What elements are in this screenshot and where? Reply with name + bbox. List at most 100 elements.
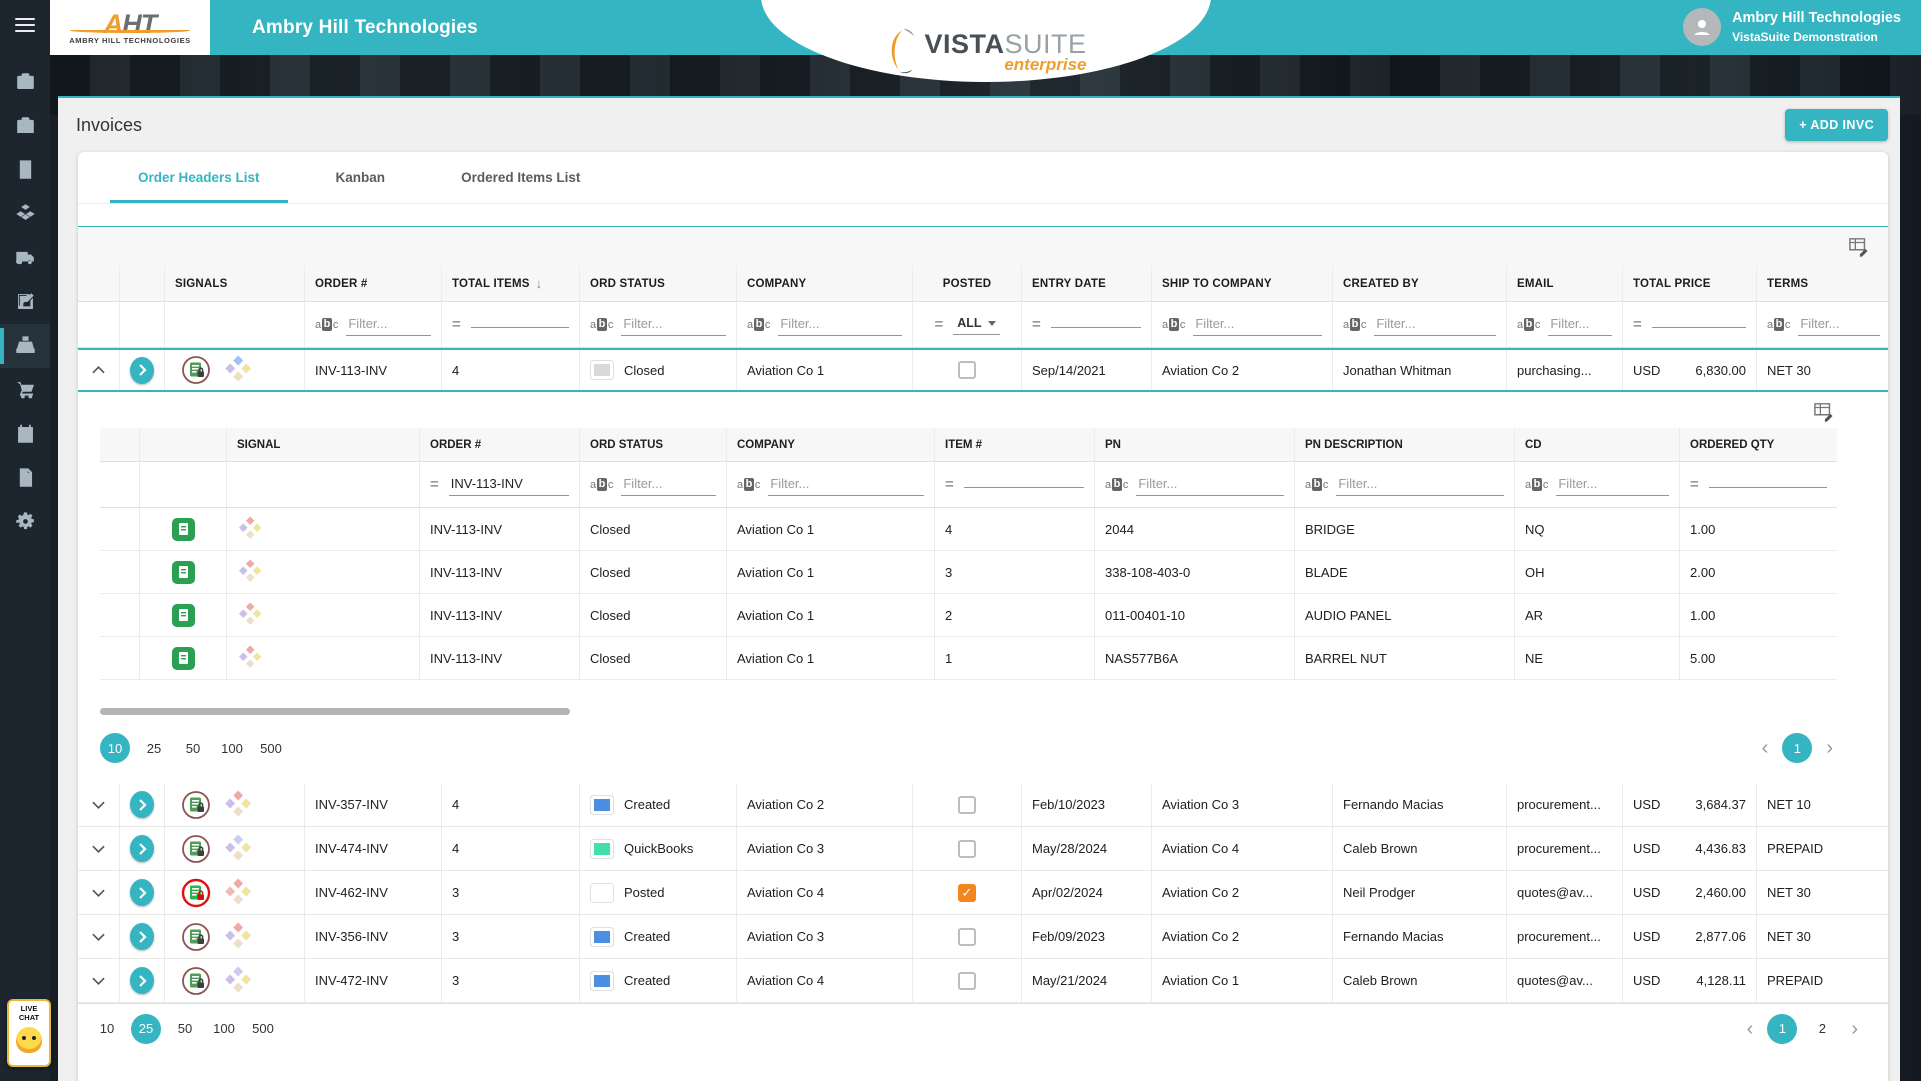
detail-column-chooser-edit-icon[interactable] xyxy=(1813,402,1835,422)
invoice-row[interactable]: INV-357-INV 4 Created Aviation Co 2 Feb/… xyxy=(78,783,1888,827)
expand-row-icon[interactable] xyxy=(92,977,105,985)
tag-diamonds-icon[interactable] xyxy=(237,516,263,542)
detail-cd-filter-input[interactable]: Filter... xyxy=(1556,474,1669,496)
sidebar-item-settings[interactable] xyxy=(0,500,50,544)
col-email[interactable]: EMAIL xyxy=(1507,266,1623,301)
invoice-signal-icon[interactable] xyxy=(181,834,211,864)
sidebar-item-orders[interactable] xyxy=(0,280,50,324)
avatar[interactable] xyxy=(1683,8,1722,46)
tag-diamonds-icon[interactable] xyxy=(237,602,263,628)
dcol-status[interactable]: ORD STATUS xyxy=(580,428,727,461)
live-chat-widget[interactable]: LIVE CHAT xyxy=(7,999,51,1067)
col-total-items[interactable]: TOTAL ITEMS ↓ xyxy=(442,266,580,301)
sidebar-item-invoices[interactable] xyxy=(0,323,50,368)
dcol-order[interactable]: ORDER # xyxy=(420,428,580,461)
invoice-signal-icon[interactable] xyxy=(181,966,211,996)
page-size-option-selected[interactable]: 25 xyxy=(131,1013,161,1044)
company-filter-input[interactable]: Filter... xyxy=(778,314,902,336)
detail-item-row[interactable]: INV-113-INV Closed Aviation Co 1 4 2044 … xyxy=(100,508,1837,551)
posted-checkbox[interactable] xyxy=(958,361,976,379)
posted-filter-select[interactable]: ALL xyxy=(953,314,1000,335)
next-page-icon[interactable]: › xyxy=(1847,1019,1862,1039)
dcol-pn[interactable]: PN xyxy=(1095,428,1295,461)
page-size-option[interactable]: 500 xyxy=(248,1014,278,1044)
expand-row-icon[interactable] xyxy=(92,801,105,809)
page-number[interactable]: 2 xyxy=(1807,1014,1837,1044)
posted-checkbox[interactable] xyxy=(958,927,976,946)
tag-diamonds-icon[interactable] xyxy=(223,833,253,864)
sidebar-item-reports[interactable] xyxy=(0,456,50,500)
status-filter-input[interactable]: Filter... xyxy=(621,314,726,336)
page-size-option[interactable]: 50 xyxy=(170,1014,200,1044)
tab-order-headers-list[interactable]: Order Headers List xyxy=(100,152,298,203)
detail-horizontal-scrollbar[interactable] xyxy=(100,708,570,715)
tag-diamonds-icon[interactable] xyxy=(223,789,253,820)
page-size-option[interactable]: 10 xyxy=(92,1014,122,1044)
dcol-pn-description[interactable]: PN DESCRIPTION xyxy=(1295,428,1515,461)
open-invoice-button[interactable] xyxy=(130,967,154,994)
detail-item-row[interactable]: INV-113-INV Closed Aviation Co 1 3 338-1… xyxy=(100,551,1837,594)
sidebar-item-shipping[interactable] xyxy=(0,236,50,280)
invoice-alert-signal-icon[interactable] xyxy=(181,878,211,908)
item-document-button[interactable] xyxy=(171,517,196,542)
detail-item-row[interactable]: INV-113-INV Closed Aviation Co 1 1 NAS57… xyxy=(100,637,1837,680)
open-invoice-button[interactable] xyxy=(130,835,154,862)
col-ship-to[interactable]: SHIP TO COMPANY xyxy=(1152,266,1333,301)
invoice-row[interactable]: INV-113-INV 4 Closed Aviation Co 1 Sep/1… xyxy=(78,348,1888,392)
company-logo[interactable]: AHT AMBRY HILL TECHNOLOGIES xyxy=(50,0,210,55)
page-size-option[interactable]: 10 xyxy=(100,733,130,763)
page-size-option[interactable]: 500 xyxy=(256,733,286,763)
add-invoice-button[interactable]: + ADD INVC xyxy=(1785,109,1888,141)
invoice-signal-icon[interactable] xyxy=(181,922,211,952)
col-entry-date[interactable]: ENTRY DATE xyxy=(1022,266,1152,301)
sidebar-item-purchasing[interactable] xyxy=(0,368,50,412)
page-number-current[interactable]: 1 xyxy=(1767,1013,1798,1044)
invoice-row[interactable]: INV-462-INV 3 Posted Aviation Co 4 Apr/0… xyxy=(78,871,1888,915)
dcol-ordered-qty[interactable]: ORDERED QTY xyxy=(1680,428,1837,461)
terms-filter-input[interactable]: Filter... xyxy=(1798,314,1880,336)
created-by-filter-input[interactable]: Filter... xyxy=(1374,314,1496,336)
sidebar-item-briefcase[interactable] xyxy=(0,60,50,104)
ship-to-filter-input[interactable]: Filter... xyxy=(1193,314,1322,336)
detail-status-filter-input[interactable]: Filter... xyxy=(621,474,716,496)
sidebar-item-inventory[interactable] xyxy=(0,192,50,236)
col-created-by[interactable]: CREATED BY xyxy=(1333,266,1507,301)
invoice-row[interactable]: INV-472-INV 3 Created Aviation Co 4 May/… xyxy=(78,959,1888,1003)
col-signals[interactable]: SIGNALS xyxy=(165,266,305,301)
page-number[interactable]: 1 xyxy=(1782,733,1813,763)
item-document-button[interactable] xyxy=(171,560,196,585)
user-account[interactable]: Ambry Hill Technologies VistaSuite Demon… xyxy=(1683,8,1901,46)
price-filter-input[interactable] xyxy=(1651,321,1746,328)
tab-kanban[interactable]: Kanban xyxy=(298,152,424,203)
invoice-row[interactable]: INV-356-INV 3 Created Aviation Co 3 Feb/… xyxy=(78,915,1888,959)
open-invoice-button[interactable] xyxy=(130,791,154,818)
dcol-signal[interactable]: SIGNAL xyxy=(227,428,420,461)
sidebar-item-company[interactable] xyxy=(0,148,50,192)
posted-checkbox[interactable] xyxy=(958,839,976,858)
tag-diamonds-icon[interactable] xyxy=(223,921,253,952)
dcol-cd[interactable]: CD xyxy=(1515,428,1680,461)
invoice-row[interactable]: INV-474-INV 4 QuickBooks Aviation Co 3 M… xyxy=(78,827,1888,871)
page-size-option[interactable]: 25 xyxy=(139,733,169,763)
item-document-button[interactable] xyxy=(171,646,196,671)
expand-row-icon[interactable] xyxy=(92,889,105,897)
col-company[interactable]: COMPANY xyxy=(737,266,913,301)
collapse-row-icon[interactable] xyxy=(92,366,105,374)
expand-row-icon[interactable] xyxy=(92,845,105,853)
col-total-price[interactable]: TOTAL PRICE xyxy=(1623,266,1757,301)
hamburger-menu-icon[interactable] xyxy=(15,14,35,36)
detail-company-filter-input[interactable]: Filter... xyxy=(768,474,924,496)
invoice-signal-icon[interactable] xyxy=(181,355,211,385)
col-order[interactable]: ORDER # xyxy=(305,266,442,301)
page-size-option[interactable]: 100 xyxy=(209,1014,239,1044)
tag-diamonds-icon[interactable] xyxy=(237,559,263,585)
posted-checkbox[interactable] xyxy=(958,971,976,990)
column-chooser-edit-icon[interactable] xyxy=(1848,237,1870,257)
tag-diamonds-icon[interactable] xyxy=(223,965,253,996)
expand-row-icon[interactable] xyxy=(92,933,105,941)
invoice-signal-icon[interactable] xyxy=(181,790,211,820)
sidebar-item-scheduling[interactable] xyxy=(0,412,50,456)
tab-ordered-items-list[interactable]: Ordered Items List xyxy=(423,152,618,203)
tag-diamonds-icon[interactable] xyxy=(237,645,263,671)
email-filter-input[interactable]: Filter... xyxy=(1548,314,1612,336)
